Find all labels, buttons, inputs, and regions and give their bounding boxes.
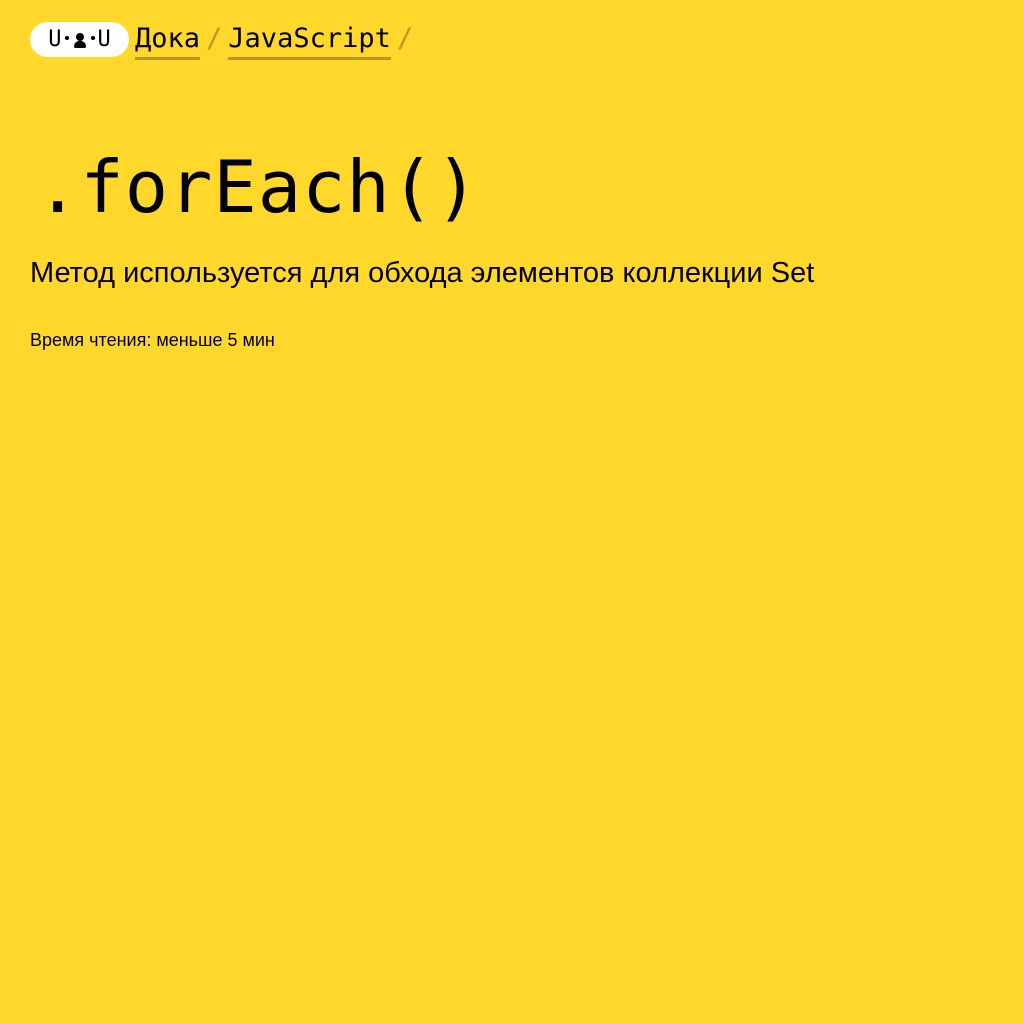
logo-dot-right <box>90 35 95 40</box>
breadcrumb-separator: / <box>206 23 223 54</box>
breadcrumb-item-doka[interactable]: Дока <box>135 22 201 60</box>
logo-face-body <box>73 40 86 48</box>
breadcrumb: U U Дока / JavaScript / <box>30 22 419 62</box>
logo-face-head <box>75 32 84 41</box>
breadcrumb-separator: / <box>396 23 414 54</box>
logo-dot-left <box>64 35 69 40</box>
breadcrumb-item-javascript[interactable]: JavaScript <box>228 22 391 60</box>
logo-face-icon <box>73 32 87 48</box>
reading-time: Время чтения: меньше 5 мин <box>30 330 275 350</box>
page-title: .forEach() <box>36 145 480 229</box>
logo-right-glyph: U <box>97 26 111 52</box>
home-logo-link[interactable]: U U <box>30 22 129 57</box>
logo-left-glyph: U <box>48 26 62 52</box>
page-subtitle: Метод используется для обхода элементов … <box>30 257 815 289</box>
